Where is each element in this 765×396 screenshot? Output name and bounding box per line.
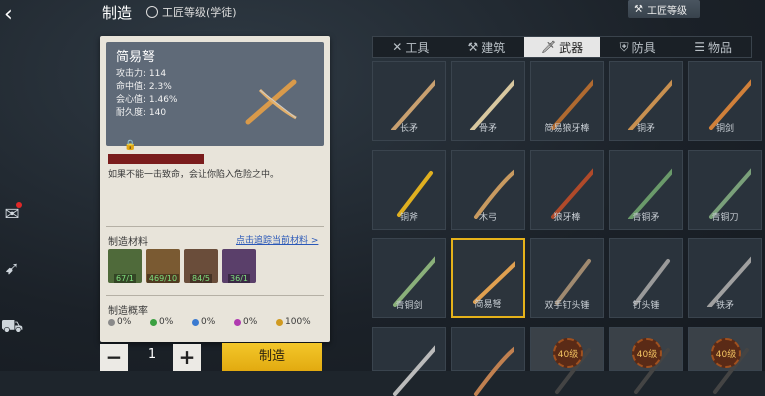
materials-title: 制造材料: [108, 237, 148, 248]
level-lock-badge: 40级: [632, 338, 662, 368]
quantity-value: 1: [147, 347, 157, 362]
weapon-tile[interactable]: 青铜剑: [372, 238, 446, 318]
tab-tools[interactable]: ✕ 工具: [373, 37, 449, 57]
crossbow-side-icon[interactable]: ➹: [0, 258, 24, 282]
sword-icon: 🗡: [540, 40, 557, 54]
weapon-tile[interactable]: 铜斧: [372, 150, 446, 230]
weapon-tile[interactable]: [372, 327, 446, 396]
tab-weapons[interactable]: 🗡 武器: [524, 37, 600, 57]
weapon-label: 木弓: [478, 213, 497, 223]
probability-item: 0%: [234, 317, 257, 327]
anvil-icon: ⚒: [634, 3, 643, 15]
weapon-tile[interactable]: 40级: [609, 327, 683, 394]
item-stats-panel: 简易弩 攻击力: 114 命中值: 2.3% 会心值: 1.46% 耐久度: 1…: [106, 42, 324, 151]
probability-item: 0%: [192, 317, 215, 327]
rank-label: 工匠等级(学徒): [162, 6, 237, 19]
stat-attack: 攻击力: 114: [116, 69, 167, 79]
category-tabs: ✕ 工具 ⚒ 建筑 🗡 武器 ⛨ 防具 ☰ 物品: [372, 36, 752, 58]
armor-icon: ⛨: [619, 39, 629, 54]
weapon-label: 骨矛: [478, 124, 497, 134]
divider: [106, 226, 324, 227]
probability-item: 100%: [276, 317, 311, 327]
weapon-tile[interactable]: 铜矛: [609, 61, 683, 141]
weapon-icon: [393, 345, 435, 396]
material-count: 469/10: [146, 274, 180, 283]
tools-icon: ✕: [392, 40, 403, 54]
weapon-label: 青铜刀: [711, 213, 739, 223]
probability-item: 0%: [150, 317, 173, 327]
weapon-tile[interactable]: 简易狼牙棒: [530, 61, 604, 141]
weapon-label: 铁矛: [715, 301, 734, 311]
weapon-tile[interactable]: 铜剑: [688, 61, 762, 141]
item-name: 简易弩: [116, 50, 156, 65]
weapon-label: 狼牙棒: [553, 213, 581, 223]
material-slot[interactable]: 84/5: [184, 249, 218, 283]
stat-hit: 命中值: 2.3%: [116, 82, 172, 92]
notification-dot: [16, 202, 22, 208]
material-count: 84/5: [190, 274, 212, 283]
stat-crit: 会心值: 1.46%: [116, 95, 178, 105]
material-slot[interactable]: 469/10: [146, 249, 180, 283]
weapon-label: 钉头锤: [632, 301, 660, 311]
tab-armor[interactable]: ⛨ 防具: [600, 37, 676, 57]
hammer-icon: ⚒: [467, 40, 479, 54]
tab-building[interactable]: ⚒ 建筑: [449, 37, 525, 57]
item-detail-card: 简易弩 攻击力: 114 命中值: 2.3% 会心值: 1.46% 耐久度: 1…: [100, 36, 330, 342]
material-slot[interactable]: 36/1: [222, 249, 256, 283]
material-slot[interactable]: 67/1: [108, 249, 142, 283]
probability-title: 制造概率: [108, 306, 148, 317]
weapon-label: 简易狼牙棒: [544, 124, 590, 134]
weapon-tile[interactable]: 双手钉头锤: [530, 238, 604, 318]
crossbow-image: [245, 79, 297, 125]
increase-quantity-button[interactable]: +: [173, 344, 201, 371]
lock-icon: 🔒: [124, 140, 137, 151]
bag-icon[interactable]: ⛟: [0, 316, 24, 340]
weapon-tile[interactable]: 青铜刀: [688, 150, 762, 230]
decrease-quantity-button[interactable]: −: [100, 344, 128, 371]
weapon-tile[interactable]: 40级: [530, 327, 604, 394]
back-arrow-icon[interactable]: ‹: [4, 4, 26, 26]
weapon-label: 青铜剑: [395, 301, 423, 311]
weapon-tile[interactable]: 青铜矛: [609, 150, 683, 230]
weapon-label: 双手钉头锤: [544, 301, 590, 311]
level-lock-badge: 40级: [553, 338, 583, 368]
page-title: 制造: [102, 4, 133, 22]
weapon-tile[interactable]: 长矛: [372, 61, 446, 141]
weapon-tile[interactable]: 骨矛: [451, 61, 525, 141]
probability-item: 0%: [108, 317, 131, 327]
level-lock-badge: 40级: [711, 338, 741, 368]
track-materials-link[interactable]: 点击追踪当前材料 >: [236, 233, 318, 246]
weapon-tile[interactable]: 铁矛: [688, 238, 762, 318]
tab-items[interactable]: ☰ 物品: [675, 37, 751, 57]
rank-button-label: 工匠等级: [646, 5, 687, 17]
rank-icon: [146, 6, 158, 18]
weapon-tile[interactable]: 钉头锤: [609, 238, 683, 318]
crafter-rank-button[interactable]: ⚒ 工匠等级: [628, 0, 700, 18]
crafter-rank: 工匠等级(学徒): [146, 4, 237, 20]
weapon-label: 铜斧: [399, 213, 418, 223]
weapon-label: 简易弩: [474, 300, 502, 310]
list-icon: ☰: [694, 40, 706, 54]
weapon-icon: [474, 346, 514, 396]
stat-durability: 耐久度: 140: [116, 108, 167, 118]
divider: [106, 295, 324, 296]
warning-bar: [108, 154, 204, 164]
material-count: 67/1: [114, 274, 136, 283]
material-count: 36/1: [228, 274, 250, 283]
weapon-label: 青铜矛: [632, 213, 660, 223]
weapon-tile[interactable]: 狼牙棒: [530, 150, 604, 230]
weapon-tile[interactable]: 简易弩: [451, 238, 525, 318]
weapon-label: 长矛: [399, 124, 418, 134]
weapon-tile[interactable]: 木弓: [451, 150, 525, 230]
weapon-tile[interactable]: 40级: [688, 327, 762, 394]
weapon-label: 铜剑: [715, 124, 734, 134]
weapon-label: 铜矛: [636, 124, 655, 134]
make-button[interactable]: 制造: [222, 343, 322, 371]
item-description: 如果不能一击致命，会让你陷入危险之中。: [108, 170, 280, 180]
weapon-tile[interactable]: [451, 327, 525, 396]
